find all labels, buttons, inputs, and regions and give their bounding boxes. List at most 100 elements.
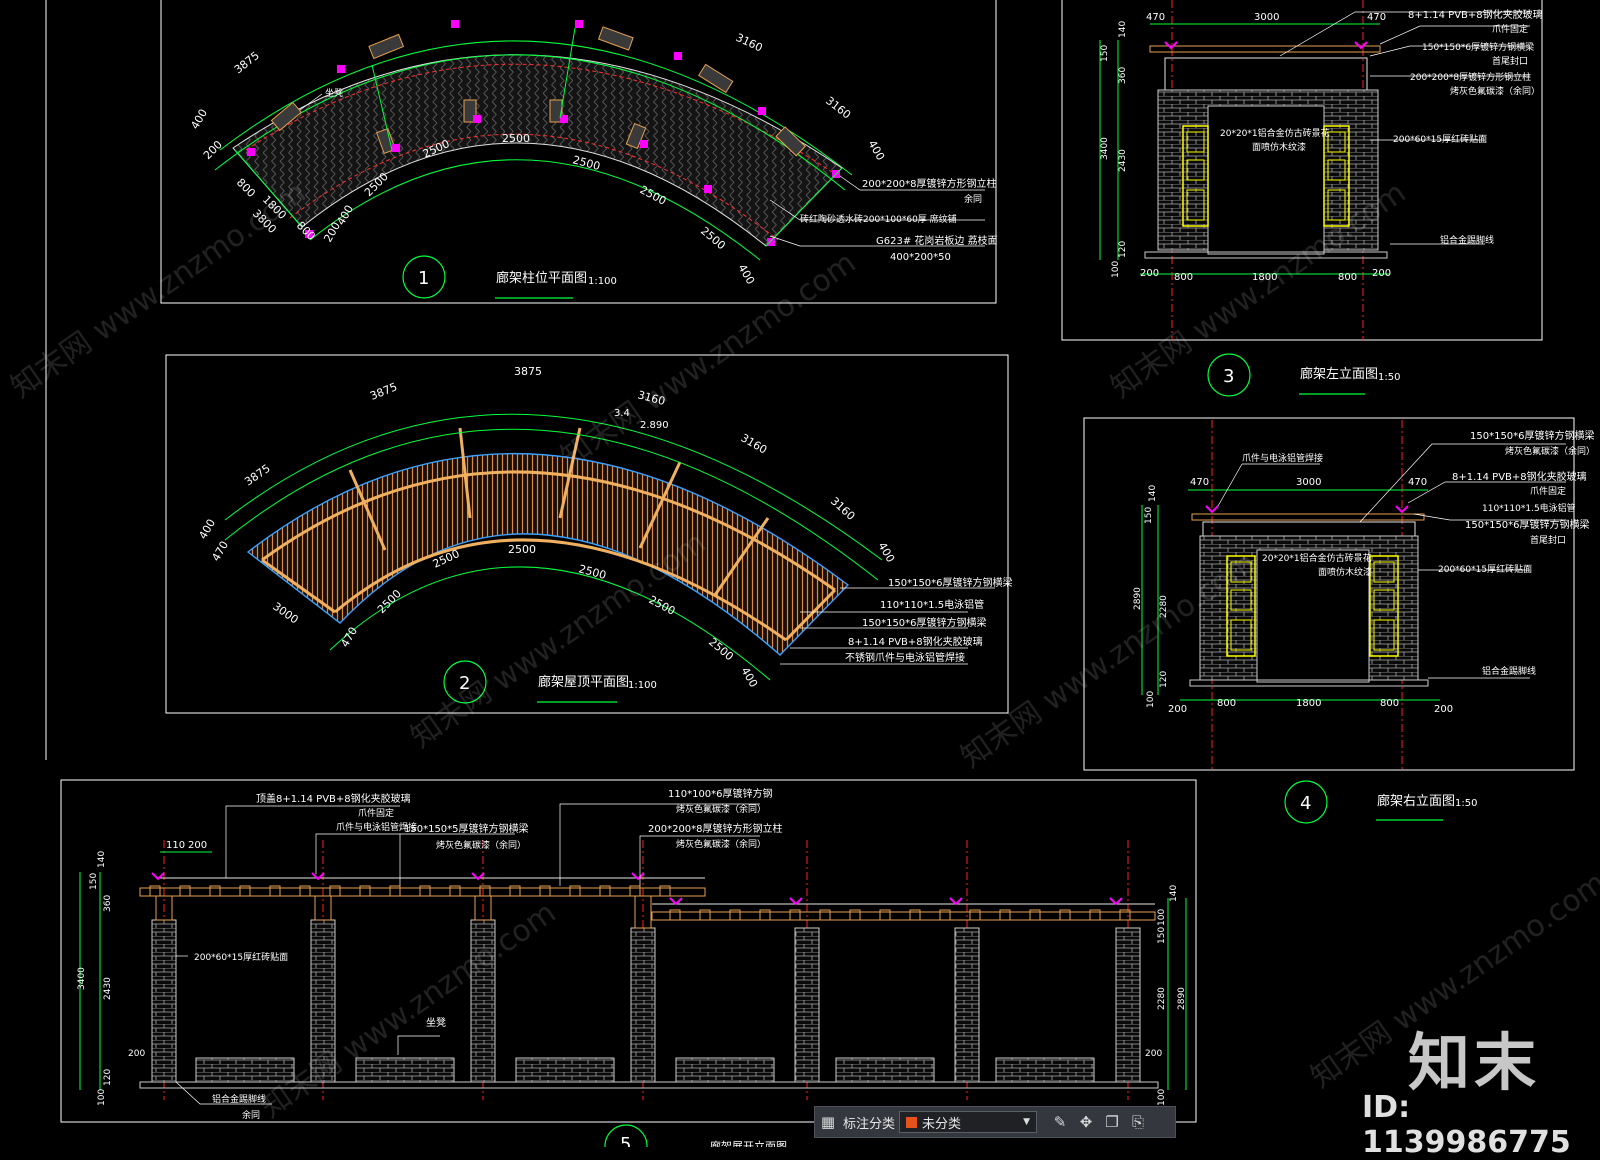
v4-note-1: 烤灰色氟碳漆（余同） bbox=[1505, 445, 1595, 457]
v2-dim-2500f: 2500 bbox=[706, 635, 736, 663]
grid-icon[interactable]: ▦ bbox=[815, 1109, 841, 1135]
v3-left-dim-1: 150 bbox=[1100, 45, 1110, 62]
v2-note-1: 110*110*1.5电泳铝管 bbox=[880, 598, 984, 611]
v3-note-3: 首尾封口 bbox=[1492, 55, 1528, 67]
v2-dim-3160c: 3160 bbox=[828, 495, 858, 523]
v3-top-dim-0: 470 bbox=[1146, 12, 1165, 23]
v4-number: 4 bbox=[1300, 793, 1311, 814]
v3-note-1: 爪件固定 bbox=[1492, 23, 1528, 35]
move-icon[interactable]: ✥ bbox=[1073, 1109, 1099, 1135]
v4-bot-dim-4: 200 bbox=[1434, 704, 1453, 715]
category-dropdown[interactable]: 未分类 ▼ bbox=[899, 1111, 1038, 1133]
v4-note-8: 铝合金踢脚线 bbox=[1482, 665, 1536, 677]
v3-left-dim-2: 360 bbox=[1118, 67, 1128, 84]
v4-note-5: 150*150*6厚镀锌方钢横梁 bbox=[1465, 518, 1590, 531]
v2-title: 廊架屋顶平面图 bbox=[538, 674, 629, 690]
v3-left-dim-5: 120 bbox=[1118, 241, 1128, 258]
copy-icon[interactable]: ❐ bbox=[1099, 1109, 1125, 1135]
v3-bot-dim-3: 800 bbox=[1338, 272, 1357, 283]
v2-dim-470b: 470 bbox=[338, 625, 360, 650]
v5-note-c-2: 200*200*8厚镀锌方形钢立柱 bbox=[648, 822, 783, 835]
v2-dim-3160b: 3160 bbox=[739, 431, 770, 456]
v3-top-dim-1: 3000 bbox=[1254, 12, 1279, 23]
v4-top-dim-2: 470 bbox=[1408, 477, 1427, 488]
edit-icon[interactable]: ✎ bbox=[1047, 1109, 1073, 1135]
annotation-toolbar: ▦ 标注分类 未分类 ▼ ✎ ✥ ❐ ⎘ bbox=[814, 1106, 1176, 1138]
v1-dim-2500c: 2500 bbox=[502, 132, 530, 145]
v4-title: 廊架右立面图 bbox=[1377, 793, 1455, 809]
v1-seat-label: 坐凳 bbox=[325, 88, 343, 99]
v1-dim-2500f: 2500 bbox=[698, 224, 728, 252]
v4-scale: 1:50 bbox=[1455, 798, 1477, 809]
v5-right-dim-3: 2280 bbox=[1157, 987, 1167, 1010]
paste-icon[interactable]: ⎘ bbox=[1125, 1109, 1151, 1135]
v3-left-dim-0: 140 bbox=[1118, 21, 1128, 38]
v1-dim-3160b: 3160 bbox=[823, 94, 853, 121]
brand-logo: 知末 bbox=[1408, 1026, 1541, 1099]
v2-dim-3875b: 3875 bbox=[514, 365, 542, 378]
v2-dim-3875c: 3875 bbox=[242, 462, 272, 489]
cad-drawing-canvas[interactable]: 3875 3160 3160 2500 2500 2500 2500 2500 … bbox=[0, 0, 1600, 1147]
v3-left-dim-6: 100 bbox=[1111, 261, 1121, 278]
v5-top-dim-0: 110 bbox=[166, 840, 185, 851]
v5-right-dim-4: 2890 bbox=[1177, 987, 1187, 1010]
v4-note-2: 8+1.14 PVB+8钢化夹胶玻璃 bbox=[1452, 470, 1587, 483]
v5-bottom-note-1: 余同 bbox=[242, 1109, 260, 1121]
v4-note-0: 150*150*6厚镀锌方钢横梁 bbox=[1470, 429, 1595, 442]
v5-left-dim-4: 2430 bbox=[103, 977, 113, 1000]
v4-note-6: 首尾封口 bbox=[1530, 534, 1566, 546]
v1-note-2: 砖红陶砂透水砖200*100*60厚 席纹铺 bbox=[800, 213, 957, 225]
v1-dim-200a: 200 bbox=[201, 138, 225, 162]
v5-note-b-0: 150*150*5厚镀锌方钢横梁 bbox=[404, 822, 529, 835]
v5-left-dim-2: 360 bbox=[103, 895, 113, 912]
v4-left-dim-5: 100 bbox=[1146, 691, 1156, 708]
v5-right-dim-0: 140 bbox=[1169, 885, 1179, 902]
v1-dim-3160a: 3160 bbox=[734, 31, 765, 55]
v4-left-dim-0: 140 bbox=[1148, 485, 1158, 502]
v2-scale: 1:100 bbox=[628, 680, 657, 691]
v4-note-4: 110*110*1.5电泳铝管 bbox=[1482, 502, 1576, 514]
v1-note-1: 余同 bbox=[964, 193, 982, 205]
v4-bot-dim-1: 800 bbox=[1217, 698, 1236, 709]
category-label: 标注分类 bbox=[843, 1116, 896, 1132]
v5-note-c-1: 烤灰色氟碳漆（余同） bbox=[676, 803, 766, 815]
v3-note-0: 8+1.14 PVB+8钢化夹胶玻璃 bbox=[1408, 8, 1543, 21]
v2-note-2: 150*150*6厚镀锌方钢横梁 bbox=[862, 616, 987, 629]
v4-top-note: 爪件与电泳铝管焊接 bbox=[1242, 452, 1323, 464]
v5-note-a-1: 爪件固定 bbox=[358, 807, 394, 819]
v1-dim-2500e: 2500 bbox=[638, 183, 669, 208]
v2-note-4: 不锈钢爪件与电泳铝管焊接 bbox=[845, 651, 965, 664]
v3-note-4: 200*200*8厚镀锌方形钢立柱 bbox=[1410, 71, 1531, 83]
v4-center-note-0: 20*20*1铝合金仿古砖景花 bbox=[1262, 552, 1372, 564]
category-color-swatch bbox=[906, 1116, 918, 1128]
v5-left-dim-7: 100 bbox=[97, 1089, 107, 1106]
v5-left-dim-1: 150 bbox=[89, 873, 99, 890]
v5-top-dim-1: 200 bbox=[188, 840, 207, 851]
v1-dim-400a: 400 bbox=[188, 107, 210, 132]
chevron-down-icon: ▼ bbox=[1023, 1117, 1031, 1127]
v5-title: 廊架展开立面图 bbox=[710, 1139, 787, 1147]
v5-note-b-1: 烤灰色氟碳漆（余同） bbox=[436, 839, 526, 851]
v5-right-dim-6: 100 bbox=[1157, 1089, 1167, 1106]
view-1-column-plan: 3875 3160 3160 2500 2500 2500 2500 2500 … bbox=[160, 0, 998, 304]
v3-left-dim-4: 2430 bbox=[1118, 149, 1128, 172]
v1-number: 1 bbox=[418, 268, 429, 289]
v4-bot-dim-0: 200 bbox=[1168, 704, 1187, 715]
v3-center-note-1: 面喷仿木纹漆 bbox=[1252, 141, 1306, 153]
v1-note-3: G623# 花岗岩板边 荔枝面 bbox=[876, 234, 998, 247]
v5-right-dim-1: 100 bbox=[1157, 909, 1167, 926]
v3-bot-dim-1: 800 bbox=[1174, 272, 1193, 283]
v4-top-dim-1: 3000 bbox=[1296, 477, 1321, 488]
v2-dim-400a: 400 bbox=[196, 517, 218, 542]
v5-left-dim-5: 200 bbox=[128, 1049, 145, 1059]
v4-center-note-1: 面喷仿木纹漆 bbox=[1318, 566, 1372, 578]
v1-note-4: 400*200*50 bbox=[890, 252, 951, 263]
v3-scale: 1:50 bbox=[1378, 372, 1400, 383]
v4-note-3: 爪件固定 bbox=[1530, 485, 1566, 497]
v5-note-c-0: 110*100*6厚镀锌方钢 bbox=[668, 787, 773, 800]
v1-title: 廊架柱位平面图 bbox=[496, 270, 587, 286]
v4-top-dim-0: 470 bbox=[1190, 477, 1209, 488]
v1-scale: 1:100 bbox=[588, 276, 617, 287]
v5-number: 5 bbox=[620, 1134, 631, 1147]
v5-right-dim-5: 200 bbox=[1145, 1049, 1162, 1059]
